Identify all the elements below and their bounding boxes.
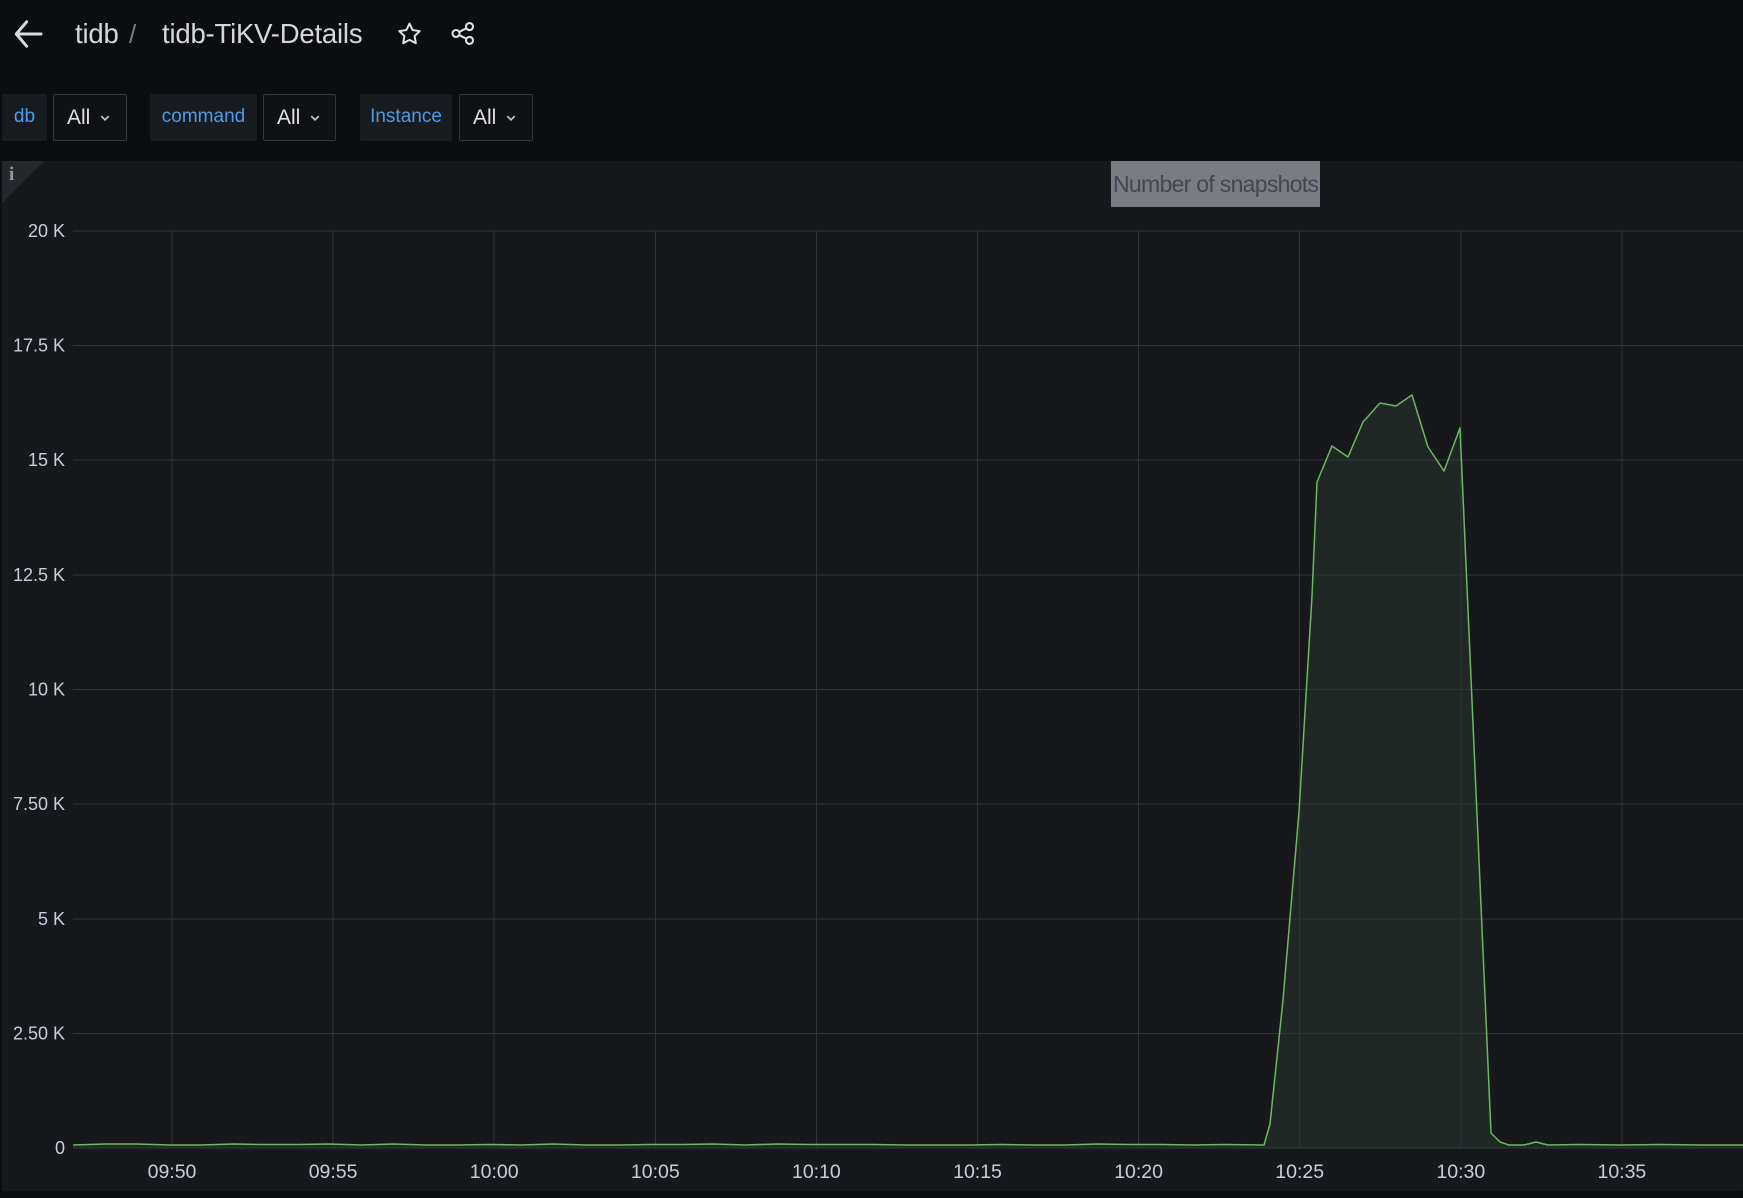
svg-text:10 K: 10 K bbox=[28, 680, 65, 700]
svg-text:20 K: 20 K bbox=[28, 221, 65, 241]
svg-text:10:10: 10:10 bbox=[792, 1161, 841, 1183]
svg-text:10:05: 10:05 bbox=[631, 1161, 680, 1183]
svg-text:17.5 K: 17.5 K bbox=[13, 336, 65, 356]
svg-text:10:25: 10:25 bbox=[1275, 1161, 1324, 1183]
svg-text:09:50: 09:50 bbox=[148, 1161, 197, 1183]
svg-text:2.50 K: 2.50 K bbox=[13, 1023, 65, 1043]
svg-text:10:30: 10:30 bbox=[1436, 1161, 1485, 1183]
svg-text:5 K: 5 K bbox=[38, 909, 65, 929]
svg-text:7.50 K: 7.50 K bbox=[13, 794, 65, 814]
svg-text:12.5 K: 12.5 K bbox=[13, 565, 65, 585]
svg-text:10:35: 10:35 bbox=[1597, 1161, 1646, 1183]
svg-text:10:15: 10:15 bbox=[953, 1161, 1002, 1183]
svg-text:0: 0 bbox=[55, 1138, 65, 1158]
svg-text:15 K: 15 K bbox=[28, 450, 65, 470]
svg-text:09:55: 09:55 bbox=[309, 1161, 358, 1183]
svg-text:10:00: 10:00 bbox=[470, 1161, 519, 1183]
svg-text:10:20: 10:20 bbox=[1114, 1161, 1163, 1183]
